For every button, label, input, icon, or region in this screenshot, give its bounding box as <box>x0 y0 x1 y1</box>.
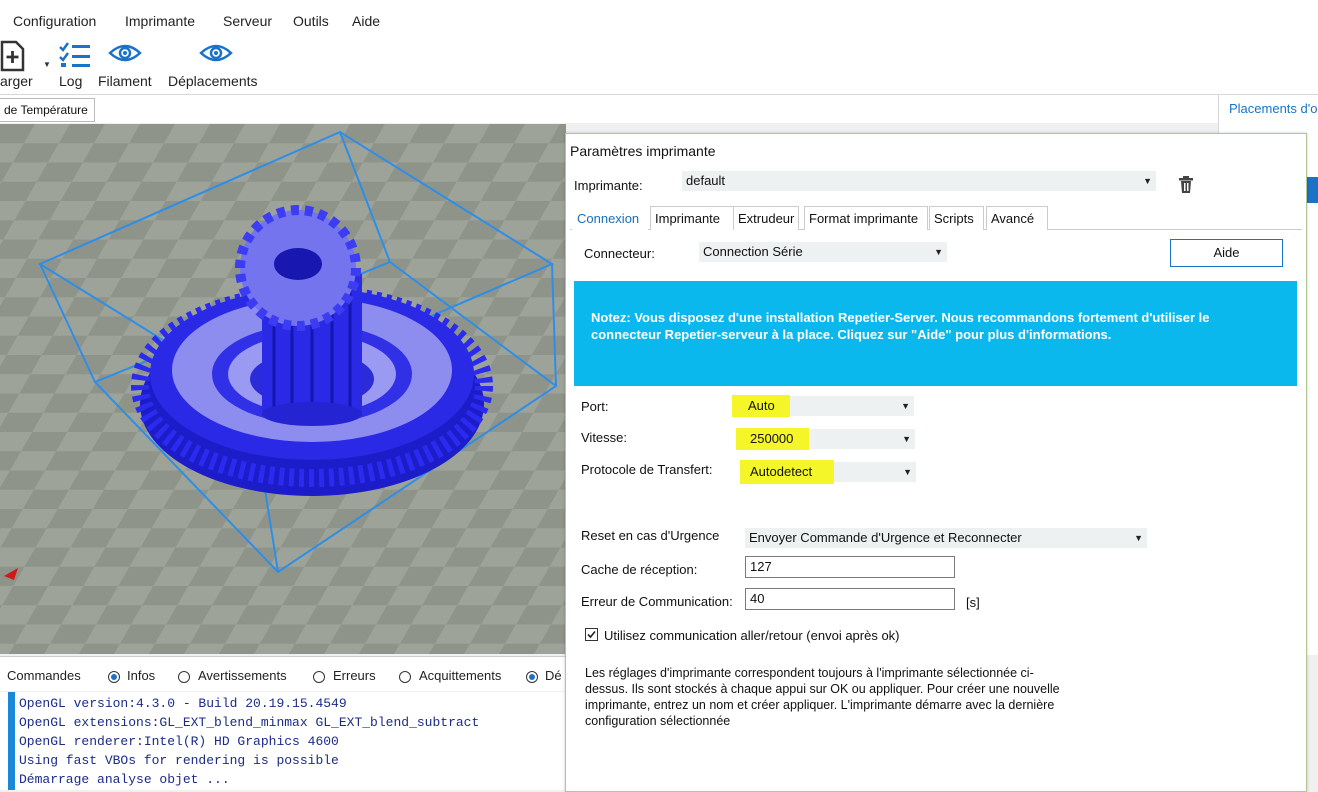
repetier-server-notice: Notez: Vous disposez d'une installation … <box>574 281 1297 386</box>
filter-commandes-label[interactable]: Commandes <box>7 668 81 683</box>
port-select-value: Auto <box>748 398 775 413</box>
reset-select[interactable]: Envoyer Commande d'Urgence et Reconnecte… <box>745 528 1147 548</box>
placements-tab[interactable]: Placements d'o <box>1229 101 1317 116</box>
gear-model-render <box>0 124 566 654</box>
log-selection-stripe <box>8 692 15 790</box>
chevron-down-icon: ▼ <box>903 467 912 477</box>
tab-imprimante[interactable]: Imprimante <box>650 206 734 230</box>
log-filter-bar: Commandes Infos Avertissements Erreurs A… <box>0 656 566 691</box>
filter-infos-label: Infos <box>127 668 156 683</box>
filter-infos-radio[interactable] <box>108 671 120 683</box>
chevron-down-icon: ▼ <box>934 247 943 257</box>
deplacements-button[interactable]: Déplacements <box>166 38 266 94</box>
eye-icon <box>108 44 142 62</box>
protocol-label: Protocole de Transfert: <box>581 462 713 477</box>
log-line: OpenGL renderer:Intel(R) HD Graphics 460… <box>19 734 339 749</box>
dialog-title: Paramètres imprimante <box>570 143 716 159</box>
tab-connexion[interactable]: Connexion <box>572 206 648 230</box>
comm-error-input[interactable]: 40 <box>745 588 955 610</box>
check-icon <box>587 630 596 639</box>
add-file-icon <box>0 40 25 72</box>
load-label: arger <box>0 73 33 89</box>
menu-bar: Configuration Imprimante Serveur Outils … <box>0 0 1318 42</box>
connector-label: Connecteur: <box>584 246 655 261</box>
port-label: Port: <box>581 399 609 414</box>
comm-error-label: Erreur de Communication: <box>581 594 733 609</box>
connector-select-value: Connection Série <box>703 244 803 259</box>
log-line: Using fast VBOs for rendering is possibl… <box>19 753 339 768</box>
menu-outils[interactable]: Outils <box>293 13 329 29</box>
comm-error-unit: [s] <box>966 595 980 610</box>
checklist-icon <box>59 42 90 67</box>
chevron-down-icon: ▼ <box>901 401 910 411</box>
tab-extrudeur[interactable]: Extrudeur <box>733 206 799 230</box>
tab-format-imprimante[interactable]: Format imprimante <box>804 206 928 230</box>
chevron-down-icon: ▼ <box>1134 533 1143 543</box>
chevron-down-icon: ▼ <box>1143 176 1152 186</box>
log-console[interactable]: OpenGL version:4.3.0 - Build 20.19.15.45… <box>0 692 566 790</box>
log-line: OpenGL version:4.3.0 - Build 20.19.15.45… <box>19 696 347 711</box>
printer-settings-info: Les réglages d'imprimante correspondent … <box>585 666 1060 728</box>
tab-scripts[interactable]: Scripts <box>929 206 984 230</box>
reset-label: Reset en cas d'Urgence <box>581 528 720 543</box>
eye-icon <box>199 44 233 62</box>
filter-debug-radio[interactable] <box>526 671 538 683</box>
connector-select[interactable]: Connection Série ▼ <box>699 242 947 262</box>
printer-label: Imprimante: <box>574 178 643 193</box>
pingpong-label: Utilisez communication aller/retour (env… <box>604 628 900 643</box>
tab-avance[interactable]: Avancé <box>986 206 1048 230</box>
log-line: Démarrage analyse objet ... <box>19 772 230 787</box>
3d-viewport[interactable] <box>0 124 566 654</box>
port-select[interactable]: Auto ▼ <box>732 395 914 417</box>
filter-erreurs-label: Erreurs <box>333 668 376 683</box>
speed-select[interactable]: 250000 ▼ <box>736 428 915 450</box>
protocol-select-value: Autodetect <box>750 464 813 479</box>
help-button[interactable]: Aide <box>1170 239 1283 267</box>
printer-select-value: default <box>686 173 726 188</box>
filter-acquittements-radio[interactable] <box>399 671 411 683</box>
filter-debug-label: Dé <box>545 668 562 683</box>
toolbar: arger ▼ Log Filament Déplacements <box>0 38 1318 95</box>
speed-select-value: 250000 <box>750 431 794 446</box>
deplacements-label: Déplacements <box>168 73 258 89</box>
cache-input[interactable]: 127 <box>745 556 955 578</box>
chevron-down-icon: ▼ <box>902 434 911 444</box>
log-button[interactable]: Log <box>55 38 95 94</box>
reset-select-value: Envoyer Commande d'Urgence et Reconnecte… <box>749 530 1022 545</box>
trash-icon[interactable] <box>1178 176 1194 194</box>
filter-acquittements-label: Acquittements <box>419 668 502 683</box>
pingpong-checkbox[interactable] <box>585 628 598 641</box>
view-tab-strip <box>0 95 1218 123</box>
chevron-down-icon[interactable]: ▼ <box>43 60 51 69</box>
menu-imprimante[interactable]: Imprimante <box>125 13 195 29</box>
filter-avertissements-radio[interactable] <box>178 671 190 683</box>
log-label: Log <box>59 73 83 89</box>
notice-text: Notez: Vous disposez d'une installation … <box>591 310 1210 342</box>
menu-aide[interactable]: Aide <box>352 13 380 29</box>
filter-avertissements-label: Avertissements <box>198 668 287 683</box>
load-button[interactable]: arger <box>0 38 40 94</box>
protocol-select[interactable]: Autodetect ▼ <box>740 460 916 484</box>
menu-configuration[interactable]: Configuration <box>13 13 96 29</box>
printer-settings-dialog: Paramètres imprimante Imprimante: defaul… <box>565 133 1307 792</box>
cache-label: Cache de réception: <box>581 562 698 577</box>
tab-temperature[interactable]: de Température <box>0 98 95 122</box>
filament-button[interactable]: Filament <box>96 38 158 94</box>
filter-erreurs-radio[interactable] <box>313 671 325 683</box>
speed-label: Vitesse: <box>581 430 628 445</box>
filament-label: Filament <box>98 73 152 89</box>
menu-serveur[interactable]: Serveur <box>223 13 272 29</box>
printer-select[interactable]: default ▼ <box>682 171 1156 191</box>
log-line: OpenGL extensions:GL_EXT_blend_minmax GL… <box>19 715 480 730</box>
